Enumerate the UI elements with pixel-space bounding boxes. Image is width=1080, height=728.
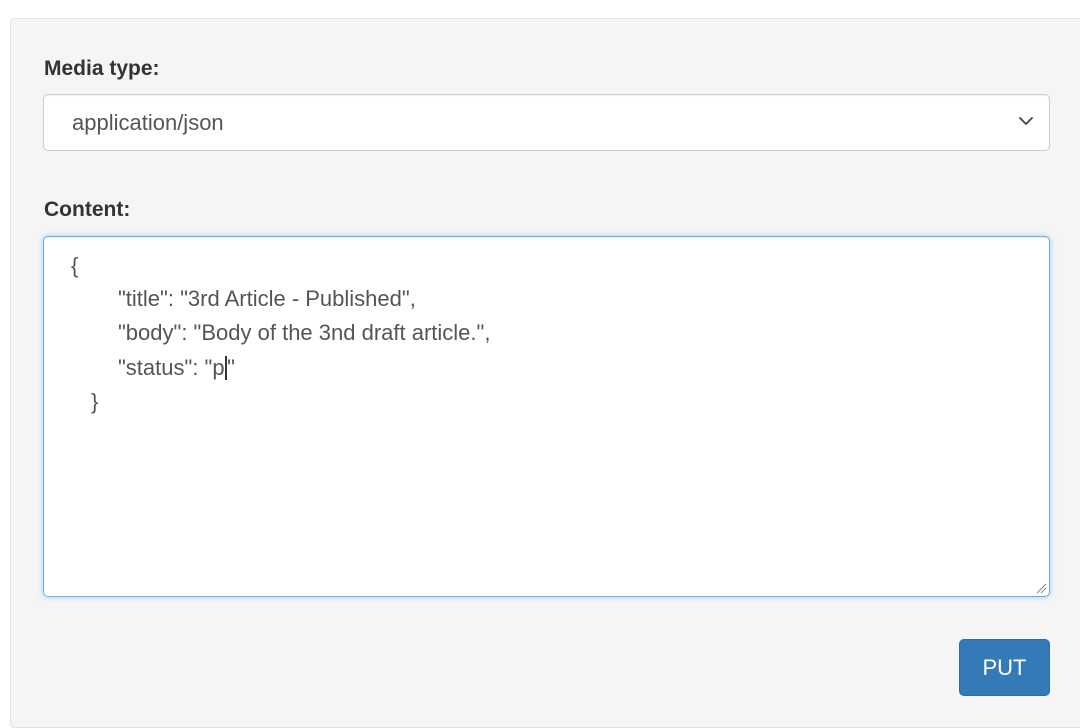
code-line-title: "title": "3rd Article - Published",: [118, 286, 416, 311]
code-line-open-brace: {: [71, 253, 79, 278]
media-type-label: Media type:: [44, 57, 160, 80]
chevron-down-icon: [1019, 117, 1033, 125]
code-line-close-brace: }: [91, 389, 99, 414]
content-textarea[interactable]: { "title": "3rd Article - Published", "b…: [43, 236, 1050, 597]
put-button[interactable]: PUT: [959, 639, 1050, 696]
resize-handle-icon[interactable]: [1035, 582, 1047, 594]
code-line-status: "status": "p ": [118, 355, 235, 381]
media-type-select[interactable]: application/json: [43, 94, 1050, 151]
status-text-before-caret: "status": "p: [118, 355, 225, 380]
media-type-selected-value: application/json: [72, 110, 224, 135]
status-text-after-caret: ": [227, 355, 235, 380]
content-label: Content:: [44, 198, 131, 221]
code-line-body: "body": "Body of the 3nd draft article."…: [118, 320, 491, 345]
